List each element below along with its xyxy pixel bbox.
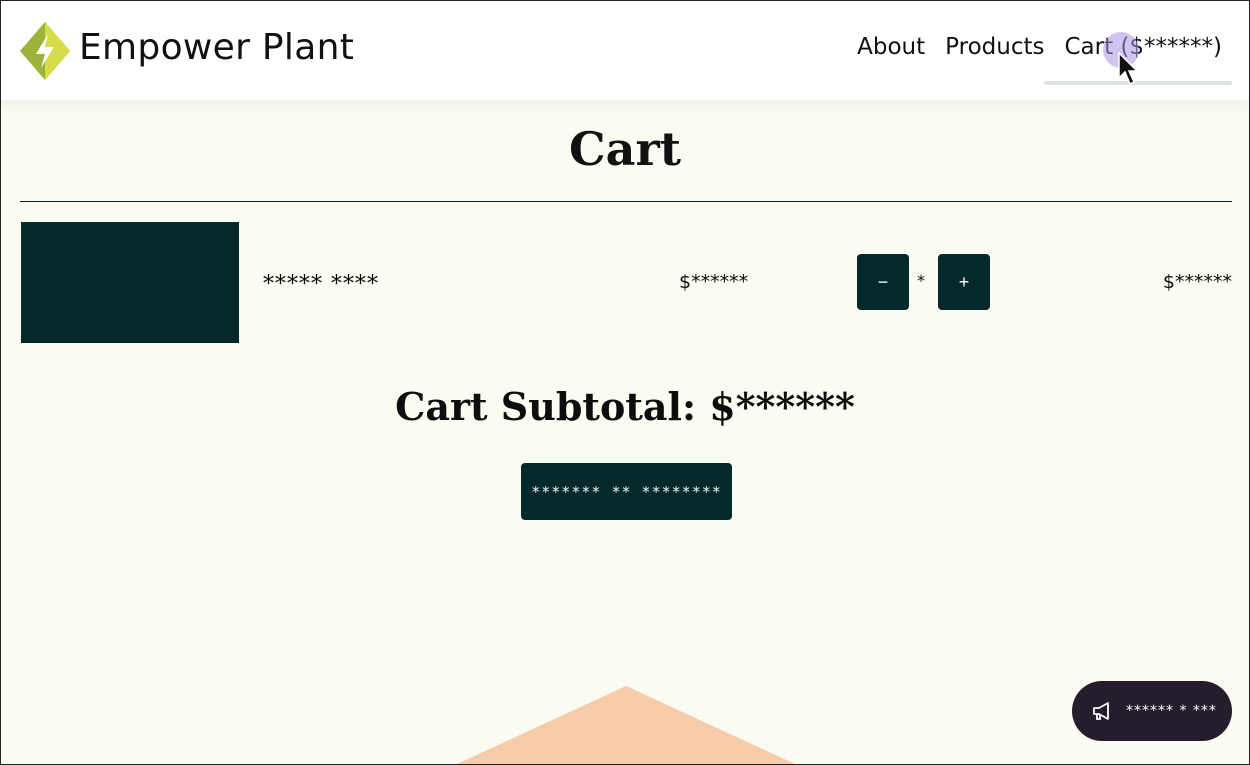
- nav-cart-active-indicator: [1044, 81, 1232, 85]
- cart-subtotal: Cart Subtotal: $******: [395, 384, 855, 429]
- mouse-pointer-icon: [1118, 52, 1138, 86]
- megaphone-icon: [1093, 702, 1109, 720]
- feedback-label: ****** * ***: [1126, 703, 1217, 719]
- main-nav: About Products Cart ($******): [857, 34, 1222, 60]
- nav-about[interactable]: About: [857, 34, 925, 60]
- increase-quantity-button[interactable]: +: [938, 254, 990, 310]
- product-price: $******: [679, 271, 749, 293]
- feedback-button[interactable]: ****** * ***: [1072, 681, 1232, 741]
- window-frame: [0, 0, 1250, 765]
- decorative-triangle: [455, 686, 797, 765]
- title-divider: [20, 201, 1232, 202]
- site-header: Empower Plant About Products Cart ($****…: [0, 0, 1250, 100]
- decrease-quantity-button[interactable]: −: [857, 254, 909, 310]
- logo-icon[interactable]: [20, 22, 70, 80]
- nav-cart[interactable]: Cart ($******): [1064, 34, 1222, 60]
- brand-name[interactable]: Empower Plant: [79, 27, 354, 68]
- page-title: Cart: [569, 122, 681, 176]
- product-name[interactable]: ***** ****: [263, 272, 379, 297]
- checkout-button[interactable]: ******* ** ********: [521, 463, 732, 520]
- quantity-value: *: [917, 271, 925, 290]
- line-total: $******: [1162, 271, 1232, 293]
- nav-products[interactable]: Products: [945, 34, 1044, 60]
- product-thumbnail[interactable]: [21, 222, 239, 343]
